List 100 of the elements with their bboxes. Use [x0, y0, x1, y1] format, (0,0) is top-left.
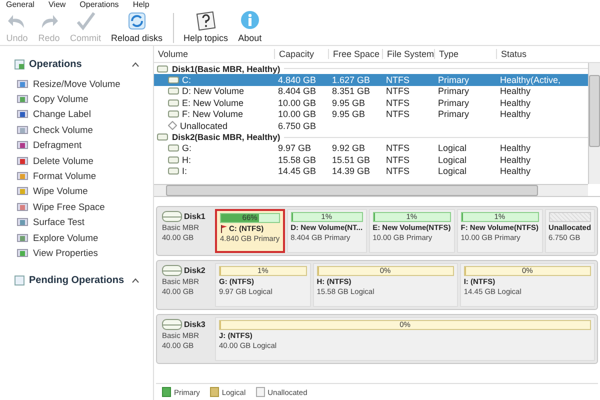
column-header[interactable]: Volume: [154, 49, 274, 59]
table-cell: E: New Volume: [182, 98, 244, 108]
operation-label: Format Volume: [33, 171, 96, 182]
info-icon: [238, 10, 261, 32]
operation-item[interactable]: Surface Test: [0, 214, 153, 230]
table-cell: Primary: [438, 109, 469, 120]
menu-item[interactable]: Operations: [80, 0, 119, 9]
volume-row[interactable]: E: New Volume 10.00 GB 9.95 GB NTFS Primary Healthy: [154, 97, 588, 109]
panel-icon: [14, 275, 25, 286]
drive-icon: [168, 144, 179, 152]
drive-icon: [157, 64, 168, 73]
disk-name: Disk2: [184, 266, 206, 275]
table-cell: C:: [182, 75, 191, 86]
disk-group-label: Disk2(Basic MBR, Healthy): [172, 132, 280, 142]
disk-name: Disk3: [184, 320, 206, 329]
column-header[interactable]: Free Space: [328, 49, 382, 59]
help-icon: [194, 10, 217, 32]
checkmark-icon: [74, 10, 96, 32]
table-cell: 9.97 GB: [278, 143, 312, 154]
toolbar-button[interactable]: Reload disks: [107, 10, 167, 45]
table-cell: Logical: [438, 154, 467, 165]
column-header[interactable]: Capacity: [274, 49, 328, 59]
operation-item[interactable]: Copy Volume: [0, 91, 153, 107]
table-cell: H:: [182, 154, 191, 165]
table-cell: 10.00 GB: [278, 98, 316, 108]
operation-item[interactable]: Change Label: [0, 106, 153, 122]
operation-label: Check Volume: [33, 124, 93, 135]
table-cell: Healthy: [500, 86, 531, 96]
operation-item[interactable]: Delete Volume: [0, 152, 153, 168]
horizontal-scrollbar[interactable]: [154, 184, 588, 196]
drive-icon: [168, 98, 179, 107]
volume-row[interactable]: G: 9.97 GB 9.92 GB NTFS Logical Healthy: [154, 142, 588, 154]
table-cell: Healthy: [500, 154, 531, 165]
collapse-chevron-icon[interactable]: [132, 62, 139, 66]
column-header[interactable]: Type: [434, 49, 496, 59]
table-cell: 8.351 GB: [332, 86, 370, 96]
volume-row[interactable]: I: 14.45 GB 14.39 GB NTFS Logical Healthy: [154, 166, 588, 177]
toolbar-button[interactable]: About: [234, 10, 266, 45]
volume-row[interactable]: C: 4.840 GB 1.627 GB NTFS Primary Healthy(Active,: [154, 74, 588, 86]
table-cell: Healthy: [500, 143, 531, 154]
table-cell: NTFS: [386, 166, 410, 176]
column-header[interactable]: Status: [496, 49, 588, 59]
operation-item[interactable]: Explore Volume: [0, 230, 153, 246]
drive-icon: [168, 110, 179, 118]
operation-label: Defragment: [33, 140, 82, 150]
column-header[interactable]: File System: [382, 49, 434, 59]
operation-label: Delete Volume: [33, 156, 94, 166]
table-cell: Primary: [438, 86, 469, 96]
collapse-chevron-icon[interactable]: [132, 278, 139, 284]
legend-swatch: [210, 387, 219, 397]
table-cell: 6.750 GB: [278, 120, 316, 131]
drive-icon: [168, 167, 179, 176]
drive-icon: [168, 76, 179, 84]
drive-icon: [168, 87, 179, 96]
table-cell: 14.45 GB: [278, 166, 316, 176]
diamond-icon: [168, 121, 177, 130]
table-cell: Primary: [438, 98, 469, 108]
table-cell: NTFS: [386, 86, 410, 96]
operation-label: Wipe Volume: [33, 186, 88, 196]
table-cell: 4.840 GB: [278, 75, 316, 86]
table-cell: D: New Volume: [182, 86, 244, 96]
operation-item[interactable]: View Properties: [0, 245, 153, 261]
drive-icon: [157, 133, 168, 142]
reload-icon: [126, 10, 148, 32]
operation-label: Explore Volume: [33, 232, 98, 243]
table-cell: Logical: [438, 143, 467, 154]
operation-item[interactable]: Wipe Volume: [0, 184, 153, 200]
operation-label: Change Label: [33, 109, 91, 120]
vertical-scrollbar[interactable]: [588, 63, 600, 184]
table-cell: Primary: [438, 75, 469, 86]
table-cell: Healthy(Active,: [500, 75, 561, 86]
table-cell: 9.95 GB: [332, 98, 366, 108]
section-title: Pending Operations: [29, 275, 126, 286]
operation-item[interactable]: Check Volume: [0, 122, 153, 138]
volume-row[interactable]: D: New Volume 8.404 GB 8.351 GB NTFS Primary Healthy: [154, 86, 588, 98]
table-cell: Logical: [438, 166, 467, 176]
volume-row[interactable]: F: New Volume 10.00 GB 9.95 GB NTFS Primary Healthy: [154, 108, 588, 120]
toolbar-button[interactable]: Help topics: [180, 10, 232, 45]
operation-item[interactable]: Wipe Free Space: [0, 199, 153, 215]
section-title: Operations: [29, 58, 83, 70]
drive-icon: [168, 156, 179, 164]
volume-row[interactable]: H: 15.58 GB 15.51 GB NTFS Logical Healthy: [154, 154, 588, 166]
operation-item[interactable]: Defragment: [0, 138, 153, 153]
table-cell: 9.92 GB: [332, 143, 366, 154]
disk-name: Disk1: [184, 212, 206, 221]
menu-item[interactable]: Help: [132, 0, 150, 9]
usage-bar: [548, 212, 592, 222]
operation-item[interactable]: Format Volume: [0, 168, 153, 184]
table-cell: Unallocated: [180, 120, 228, 131]
operation-item[interactable]: Resize/Move Volume: [0, 76, 153, 92]
table-cell: F: New Volume: [182, 109, 244, 120]
menu-item[interactable]: General: [6, 0, 34, 9]
legend-swatch: [162, 387, 171, 397]
volume-row[interactable]: Unallocated 6.750 GB: [154, 120, 588, 132]
operation-label: View Properties: [33, 248, 98, 258]
table-cell: 8.404 GB: [278, 86, 316, 96]
panel-icon: [14, 58, 25, 70]
table-cell: NTFS: [386, 109, 410, 120]
menu-item[interactable]: View: [48, 0, 66, 9]
table-cell: NTFS: [386, 75, 410, 86]
